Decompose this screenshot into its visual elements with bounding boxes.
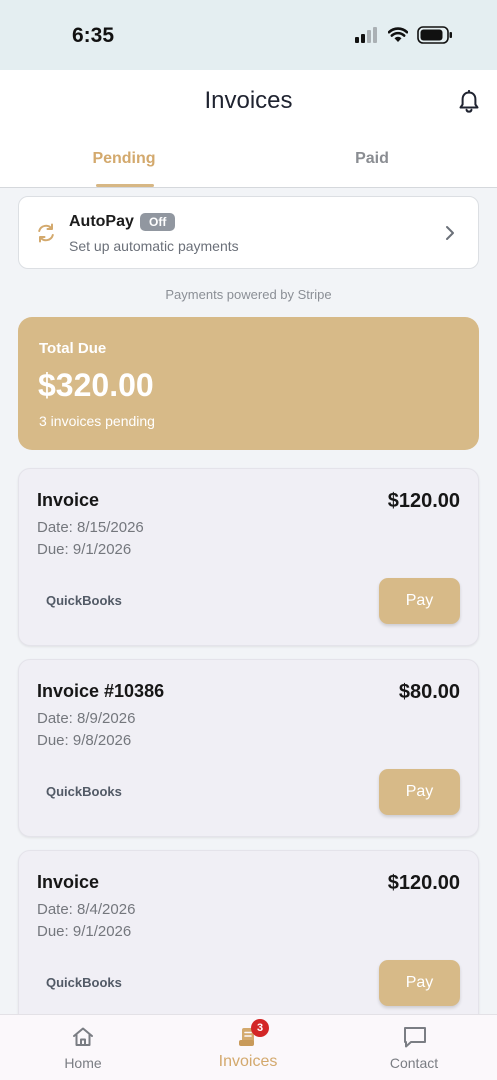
invoice-due-date: Due: 9/8/2026 bbox=[37, 732, 132, 749]
powered-by-text: Payments powered by Stripe bbox=[165, 287, 332, 302]
total-due-label: Total Due bbox=[39, 340, 107, 357]
total-due-card: Total Due $320.00 3 invoices pending bbox=[18, 317, 479, 450]
invoice-title: Invoice bbox=[37, 490, 100, 510]
invoice-source: QuickBooks bbox=[46, 593, 122, 608]
tab-pending[interactable]: Pending bbox=[54, 150, 194, 168]
pay-button[interactable]: Pay bbox=[379, 769, 460, 815]
autopay-card[interactable]: AutoPay Off Set up automatic payments bbox=[18, 196, 479, 269]
signal-icon bbox=[355, 27, 377, 43]
pay-button[interactable]: Pay bbox=[379, 960, 460, 1006]
active-tab-indicator bbox=[96, 184, 154, 187]
status-time: 6:35 bbox=[72, 24, 115, 47]
invoice-card[interactable]: Invoice #10386 $80.00 Date: 8/9/2026 Due… bbox=[18, 659, 479, 837]
nav-label-home: Home bbox=[64, 1055, 102, 1071]
nav-label-contact: Contact bbox=[389, 1055, 439, 1071]
bottom-nav: Home 3 Invoices Contact bbox=[0, 1014, 497, 1080]
invoice-amount: $120.00 bbox=[387, 490, 460, 512]
header: Invoices Pending Paid bbox=[0, 70, 497, 188]
bell-icon bbox=[459, 89, 479, 113]
invoice-card[interactable]: Invoice $120.00 Date: 8/4/2026 Due: 9/1/… bbox=[18, 850, 479, 1028]
autopay-status-badge: Off bbox=[140, 213, 176, 231]
invoice-source: QuickBooks bbox=[46, 975, 122, 990]
invoice-due-date: Due: 9/1/2026 bbox=[37, 541, 132, 558]
pay-button[interactable]: Pay bbox=[379, 578, 460, 624]
total-due-subtitle: 3 invoices pending bbox=[39, 413, 155, 429]
chat-icon bbox=[404, 1027, 426, 1048]
invoice-source: QuickBooks bbox=[46, 784, 122, 799]
status-bar: 6:35 bbox=[0, 0, 497, 70]
home-icon bbox=[73, 1027, 93, 1046]
wifi-icon bbox=[388, 27, 408, 42]
invoices-count-badge: 3 bbox=[251, 1019, 269, 1037]
notifications-button[interactable] bbox=[458, 89, 480, 119]
nav-label-invoices: Invoices bbox=[218, 1053, 278, 1070]
refresh-icon bbox=[38, 223, 54, 243]
invoice-title: Invoice bbox=[37, 872, 100, 892]
invoice-date: Date: 8/9/2026 bbox=[37, 710, 136, 727]
tab-paid[interactable]: Paid bbox=[302, 150, 442, 168]
invoice-amount: $80.00 bbox=[398, 681, 460, 703]
invoice-date: Date: 8/15/2026 bbox=[37, 519, 144, 536]
autopay-subtitle: Set up automatic payments bbox=[69, 238, 239, 254]
page-title: Invoices bbox=[204, 87, 293, 114]
invoice-card[interactable]: Invoice $120.00 Date: 8/15/2026 Due: 9/1… bbox=[18, 468, 479, 646]
battery-icon bbox=[417, 26, 452, 44]
invoice-due-date: Due: 9/1/2026 bbox=[37, 923, 132, 940]
nav-item-contact[interactable]: Contact bbox=[354, 1015, 474, 1080]
chevron-right-icon bbox=[446, 226, 454, 240]
autopay-title: AutoPay bbox=[69, 213, 134, 230]
invoice-amount: $120.00 bbox=[387, 872, 460, 894]
invoice-title: Invoice #10386 bbox=[37, 681, 165, 701]
total-due-amount: $320.00 bbox=[38, 367, 154, 403]
nav-item-invoices[interactable]: 3 Invoices bbox=[188, 1015, 308, 1080]
status-icons bbox=[355, 26, 453, 44]
invoice-date: Date: 8/4/2026 bbox=[37, 901, 136, 918]
nav-item-home[interactable]: Home bbox=[23, 1015, 143, 1080]
